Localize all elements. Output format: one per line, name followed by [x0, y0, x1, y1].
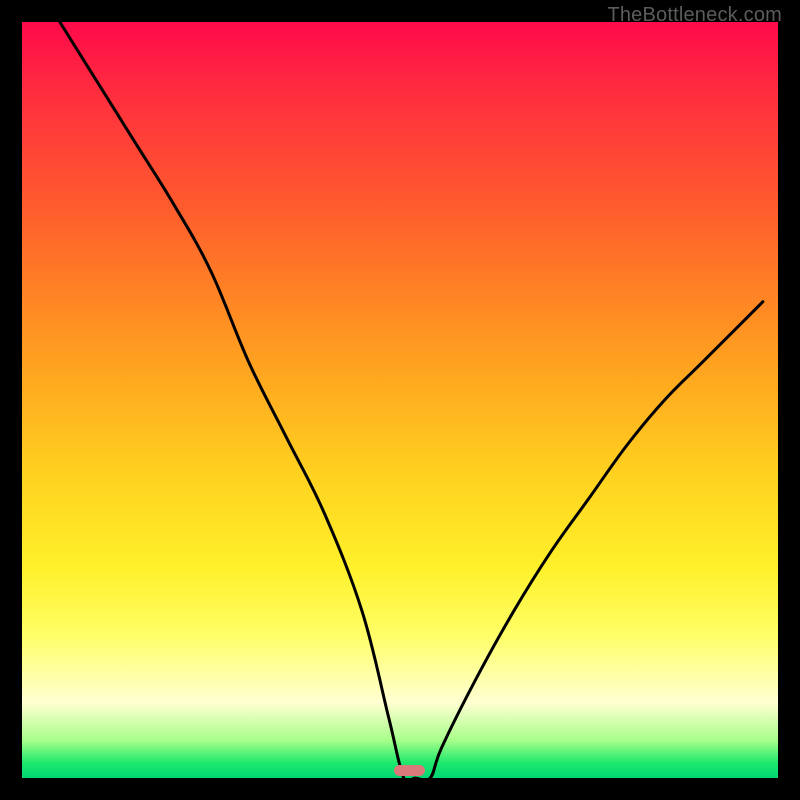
bottleneck-curve: [22, 22, 778, 778]
chart-stage: TheBottleneck.com: [0, 0, 800, 800]
optimal-range-marker: [394, 765, 425, 776]
plot-area: [22, 22, 778, 778]
